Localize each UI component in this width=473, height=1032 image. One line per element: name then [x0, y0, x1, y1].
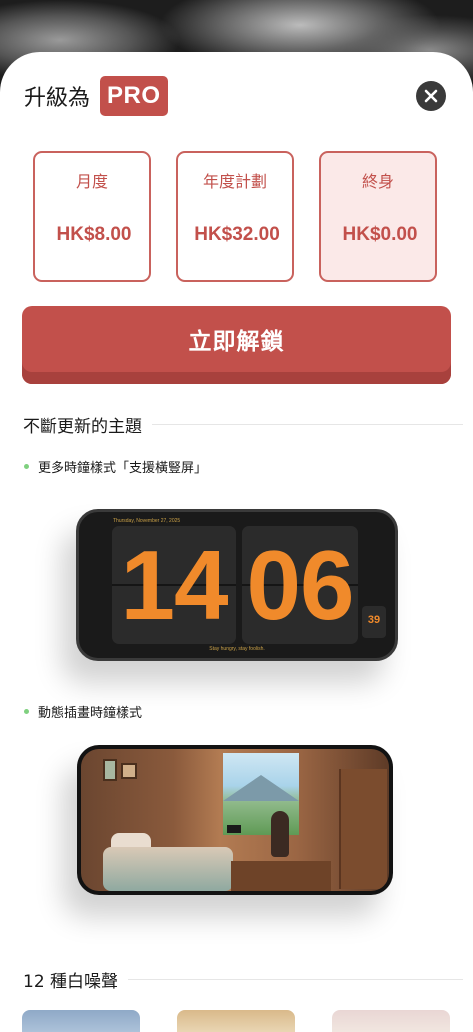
section-title-text: 不斷更新的主題	[23, 417, 142, 437]
bullet-dot	[24, 464, 29, 469]
hours-card: 14	[112, 526, 236, 644]
seconds-card: 39	[362, 606, 386, 638]
white-noise-thumbnails	[22, 1010, 454, 1032]
section-title-white-noise: 12 種白噪聲	[23, 967, 463, 992]
close-icon	[424, 89, 438, 103]
hours-digits: 14	[120, 530, 228, 640]
feature-text: 更多時鐘樣式「支援橫豎屏」	[38, 461, 208, 476]
close-button[interactable]	[416, 81, 446, 111]
noise-thumbnail[interactable]	[22, 1010, 140, 1032]
illustration-image	[81, 749, 389, 891]
plan-yearly[interactable]: 年度計劃 HK$32.00	[176, 151, 294, 282]
minutes-card: 06	[242, 526, 358, 644]
pro-badge: PRO	[100, 76, 168, 116]
section-title-themes: 不斷更新的主題	[23, 412, 463, 437]
flip-clock-preview: Thursday, November 27, 2025 14 06 39 Sta…	[76, 509, 398, 661]
illustrated-clock-preview	[77, 745, 393, 895]
plan-price: HK$32.00	[194, 224, 280, 245]
page-title: 升級為	[24, 86, 91, 111]
unlock-button-label: 立即解鎖	[188, 329, 285, 355]
feature-text: 動態插畫時鐘樣式	[38, 706, 143, 721]
plan-lifetime[interactable]: 終身 HK$0.00	[319, 151, 437, 282]
plan-price: HK$0.00	[342, 224, 418, 245]
divider	[128, 979, 463, 980]
noise-thumbnail[interactable]	[177, 1010, 295, 1032]
divider	[152, 424, 463, 425]
plan-name: 年度計劃	[202, 172, 267, 191]
upgrade-sheet: 升級為 PRO 月度 HK$8.00 年度計劃 HK$32.00 終身 HK$0…	[0, 52, 473, 1032]
feature-bullet-clock-styles: 更多時鐘樣式「支援橫豎屏」	[24, 457, 207, 476]
section-title-text: 12 種白噪聲	[23, 972, 119, 992]
feature-bullet-animated: 動態插畫時鐘樣式	[24, 702, 142, 721]
sheet-header: 升級為 PRO	[24, 73, 168, 119]
seconds-digits: 39	[367, 614, 381, 626]
minutes-digits: 06	[246, 530, 354, 640]
plan-name: 月度	[75, 172, 108, 191]
plan-price: HK$8.00	[56, 224, 132, 245]
plan-name: 終身	[361, 172, 394, 191]
bullet-dot	[24, 709, 29, 714]
noise-thumbnail[interactable]	[332, 1010, 450, 1032]
preview-quote: Stay hungry, stay foolish.	[209, 646, 265, 652]
unlock-button[interactable]: 立即解鎖	[22, 306, 451, 384]
preview-date: Thursday, November 27, 2025	[113, 518, 181, 524]
plan-monthly[interactable]: 月度 HK$8.00	[33, 151, 151, 282]
plan-options: 月度 HK$8.00 年度計劃 HK$32.00 終身 HK$0.00	[33, 151, 441, 284]
